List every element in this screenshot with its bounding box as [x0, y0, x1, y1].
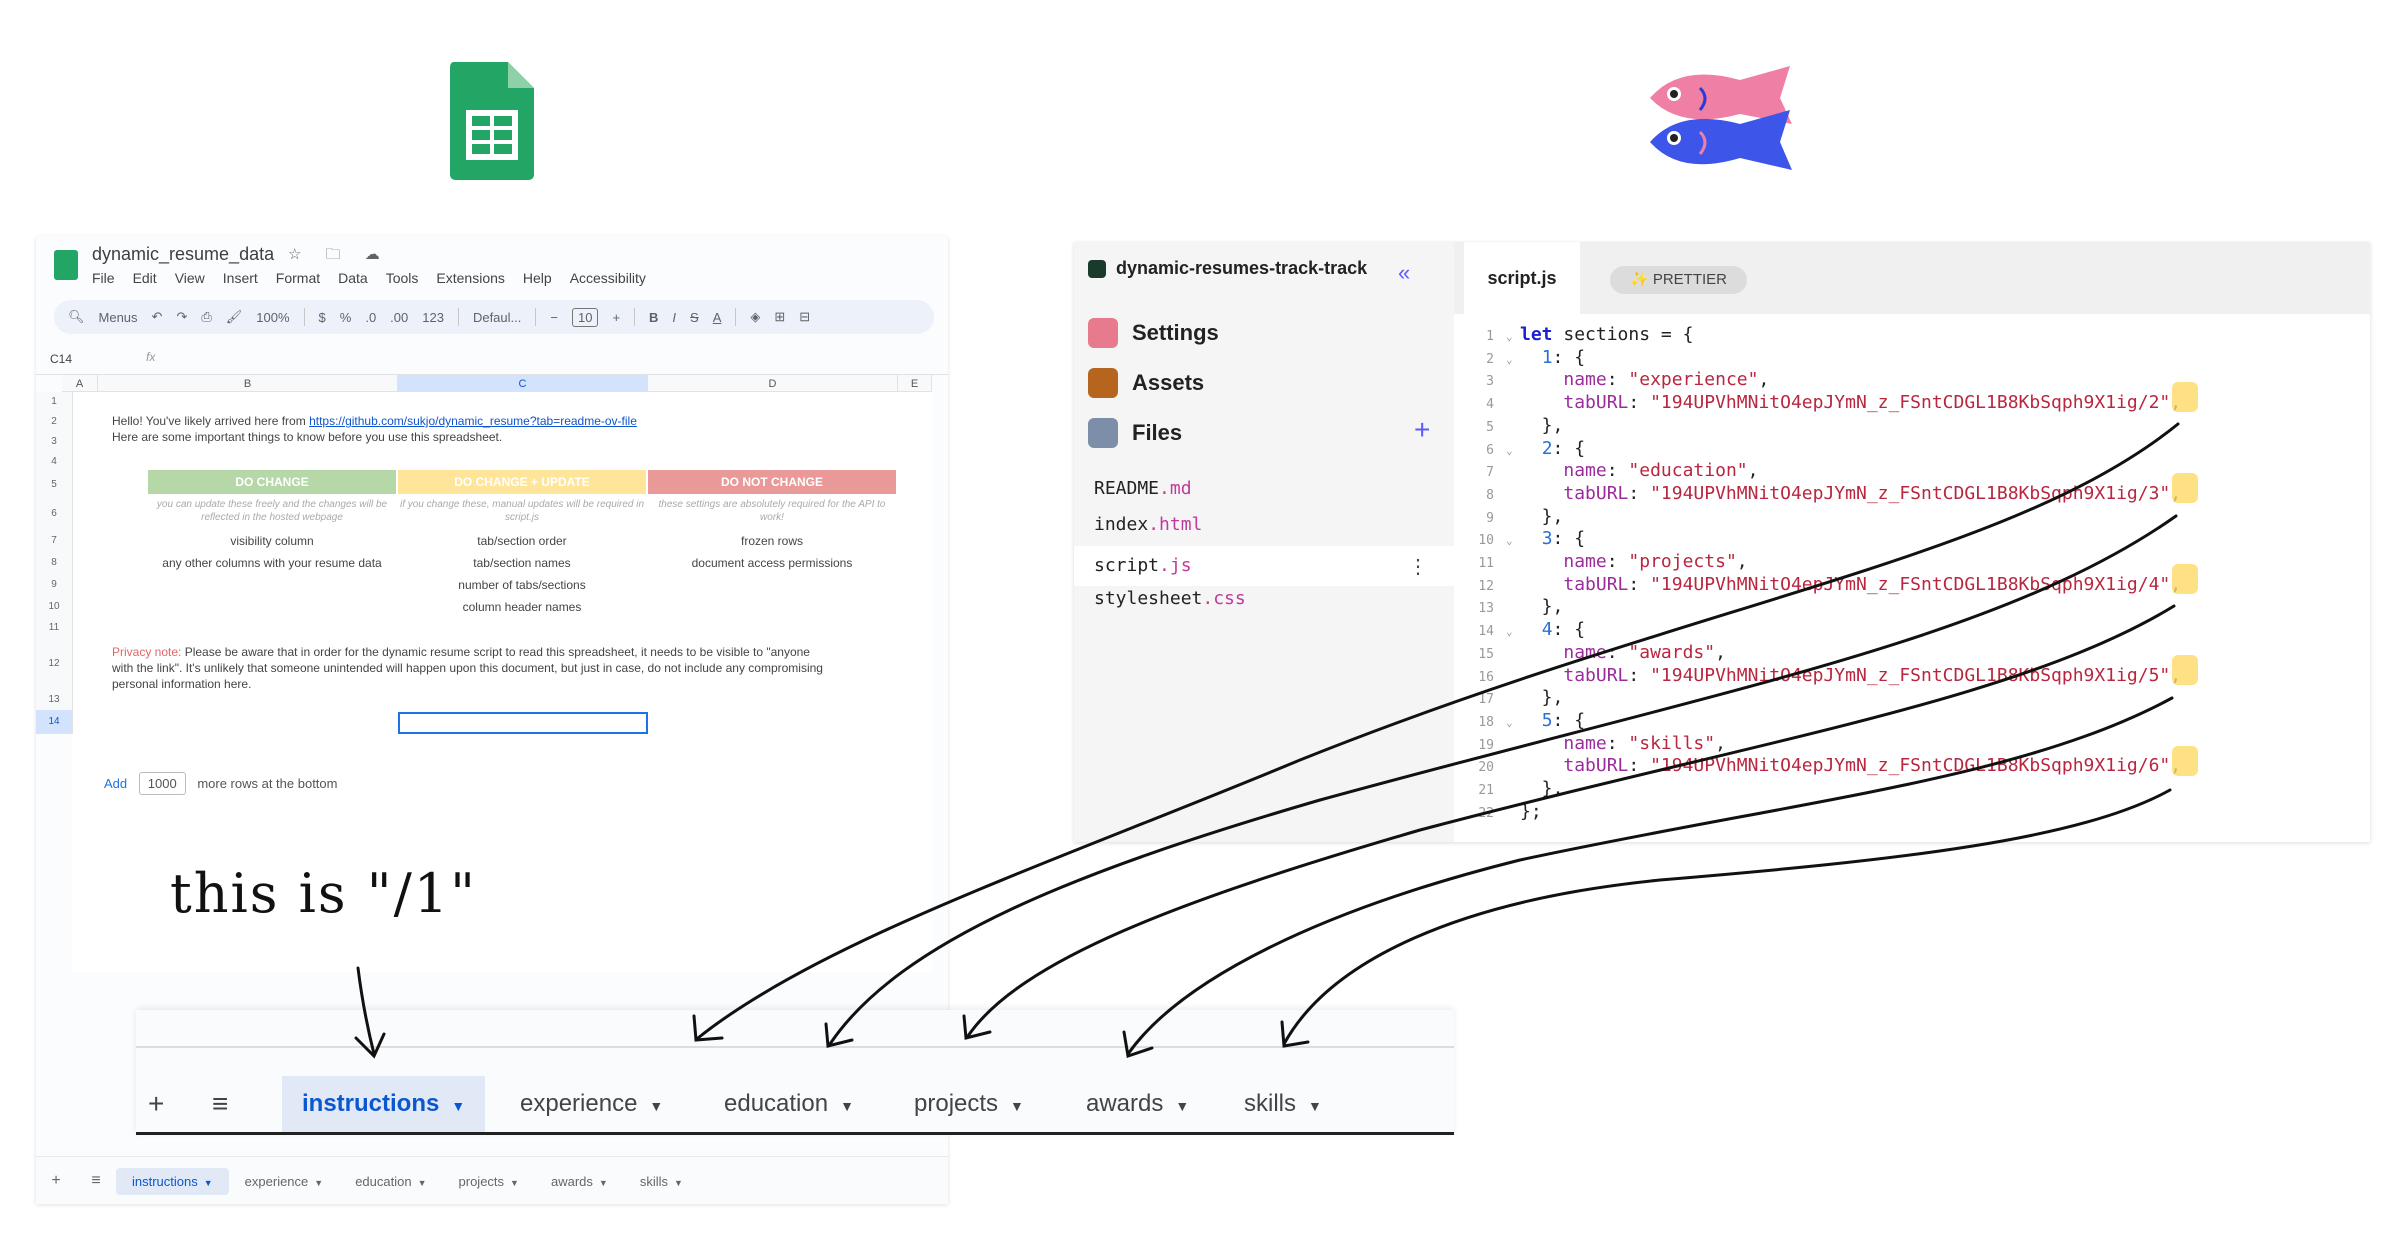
annotation-arrows: [354, 422, 2180, 1059]
arrow-skills: [1282, 788, 2172, 1046]
arrow-experience: [696, 422, 2180, 1040]
arrow-head: [1122, 1030, 1154, 1058]
arrow-education: [828, 514, 2178, 1046]
arrow-awards: [1126, 696, 2174, 1056]
